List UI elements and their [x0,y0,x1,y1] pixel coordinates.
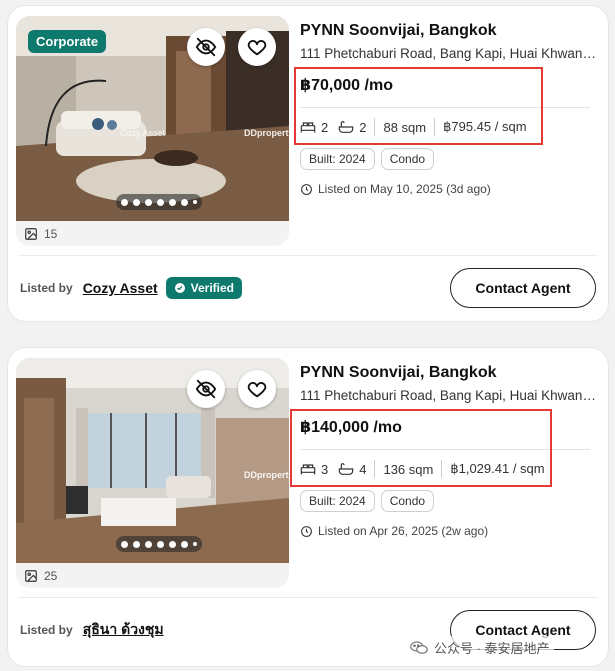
listing-photo[interactable]: DDproperty [16,358,289,563]
image-icon [25,570,37,582]
photo-count-value: 15 [44,227,58,241]
tag-property-type: Condo [380,148,435,170]
listing-gallery[interactable]: DDproperty 25 [16,358,289,588]
listing-tags: Built: 2024 Condo [300,490,600,512]
heart-icon [247,40,267,56]
divider [18,255,598,256]
photo-watermark-site: DDproperty [244,128,289,138]
listed-date: Listed on May 10, 2025 (3d ago) [300,182,600,196]
listing-address: 111 Phetchaburi Road, Bang Kapi, Huai Kh… [300,388,596,403]
hide-listing-button[interactable] [187,370,225,408]
favorite-button[interactable] [238,370,276,408]
listing-tags: Built: 2024 Condo [300,148,600,170]
favorite-button[interactable] [238,28,276,66]
clock-icon [301,183,312,195]
clock-icon [301,525,312,537]
photo-watermark-site: DDproperty [244,470,289,480]
agent-name-link[interactable]: Cozy Asset [83,280,158,296]
chat-icon [410,640,428,654]
agent-name-link[interactable]: สุธินา ด้วงชุม [83,619,164,641]
badge-check-icon [174,283,185,293]
listing-title[interactable]: PYNN Soonvijai, Bangkok [300,364,600,382]
listed-date: Listed on Apr 26, 2025 (2w ago) [300,524,600,538]
listing-photo[interactable]: Corporate Cozy Asset DDproperty [16,16,289,221]
contact-agent-button[interactable]: Contact Agent [450,268,596,308]
photo-watermark-agency: Cozy Asset [120,128,166,138]
carousel-dots[interactable] [116,536,202,552]
photo-count: 15 [24,227,57,241]
corporate-badge: Corporate [28,30,107,53]
heart-icon [247,382,267,398]
carousel-dots[interactable] [116,194,202,210]
verified-badge: Verified [165,277,242,299]
divider [18,597,598,598]
photo-count-value: 25 [44,569,58,583]
price-highlight-box [294,67,543,145]
photo-count: 25 [24,569,57,583]
listing-card[interactable]: DDproperty 25 PYNN Soonvijai, Bangkok 11… [8,348,608,666]
listing-address: 111 Phetchaburi Road, Bang Kapi, Huai Kh… [300,46,596,61]
tag-built-year: Built: 2024 [300,490,375,512]
wechat-watermark: 公众号 · 泰安居地产 [406,636,554,659]
listed-by-label: Listed by [20,623,73,637]
hide-listing-button[interactable] [187,28,225,66]
image-icon [25,228,37,240]
eye-off-icon [195,379,217,399]
listing-card[interactable]: Corporate Cozy Asset DDproperty 15 PYNN … [8,6,608,321]
listed-by-label: Listed by [20,281,73,295]
listing-gallery[interactable]: Corporate Cozy Asset DDproperty 15 [16,16,289,246]
eye-off-icon [195,37,217,57]
listing-title[interactable]: PYNN Soonvijai, Bangkok [300,22,600,40]
listing-footer: Listed by Cozy Asset Verified Contact Ag… [20,268,596,308]
tag-built-year: Built: 2024 [300,148,375,170]
tag-property-type: Condo [380,490,435,512]
price-highlight-box [290,409,552,487]
